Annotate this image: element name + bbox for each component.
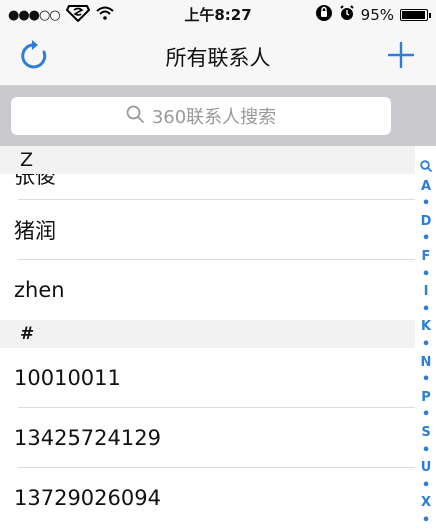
index-letter[interactable]: N	[421, 354, 432, 372]
index-letter[interactable]: F	[422, 248, 431, 266]
battery-percent: 95%	[360, 6, 394, 24]
index-letter[interactable]: K	[421, 318, 431, 336]
index-letter[interactable]: •	[422, 406, 430, 424]
index-letter[interactable]: •	[422, 442, 430, 460]
search-icon	[126, 105, 144, 128]
status-bar: ●●●○○ 上午8:27 95%	[0, 0, 436, 28]
page-title: 所有联系人	[165, 46, 271, 70]
alarm-icon	[339, 4, 355, 26]
index-letter[interactable]: X	[421, 494, 431, 512]
contact-name: zhen	[14, 278, 65, 302]
index-letter[interactable]: S	[421, 424, 430, 442]
index-letter[interactable]: •	[422, 195, 430, 213]
index-letter[interactable]: •	[422, 371, 430, 389]
contact-name: 13729026094	[14, 486, 161, 510]
search-bar: 360联系人搜索	[0, 86, 436, 146]
index-letter[interactable]: U	[421, 459, 432, 477]
contact-name: 13425724129	[14, 426, 161, 450]
navigation-bar: 所有联系人	[0, 28, 436, 86]
section-header: #	[0, 320, 415, 348]
index-letter[interactable]: I	[424, 283, 429, 301]
list-item[interactable]: 张俊	[0, 174, 415, 200]
index-letter[interactable]: •	[422, 336, 430, 354]
index-letter[interactable]: A	[421, 178, 431, 196]
list-item[interactable]: 猪润	[0, 200, 415, 260]
status-right: 95%	[315, 4, 431, 26]
index-letter[interactable]: D	[421, 213, 432, 231]
index-letter[interactable]: •	[422, 230, 430, 248]
orientation-lock-icon	[315, 4, 333, 26]
index-letter[interactable]: P	[421, 389, 431, 407]
index-letter[interactable]: •	[422, 477, 430, 495]
battery-icon	[400, 9, 431, 21]
section-header: Z	[0, 146, 415, 174]
list-item[interactable]: 13425724129	[0, 408, 415, 468]
list-item[interactable]: 10010011	[0, 348, 415, 408]
list-item[interactable]: 13729026094	[0, 468, 415, 524]
index-search-icon[interactable]	[420, 160, 432, 178]
list-item[interactable]: zhen	[0, 260, 415, 320]
contact-name: 张俊	[14, 174, 56, 188]
index-letter[interactable]: •	[422, 512, 430, 529]
contact-name: 10010011	[14, 366, 121, 390]
index-letter[interactable]: •	[422, 266, 430, 284]
add-contact-button[interactable]	[384, 38, 418, 72]
index-letter[interactable]: •	[422, 301, 430, 319]
alphabet-index[interactable]: A • D • F • I • K • N • P • S • U • X •	[416, 160, 436, 528]
contact-list[interactable]: 张俊 猪润 zhen # 10010011 13425724129 137290…	[0, 146, 415, 524]
contact-name: 猪润	[14, 219, 56, 243]
search-placeholder: 360联系人搜索	[151, 107, 277, 128]
search-input[interactable]: 360联系人搜索	[11, 97, 391, 135]
